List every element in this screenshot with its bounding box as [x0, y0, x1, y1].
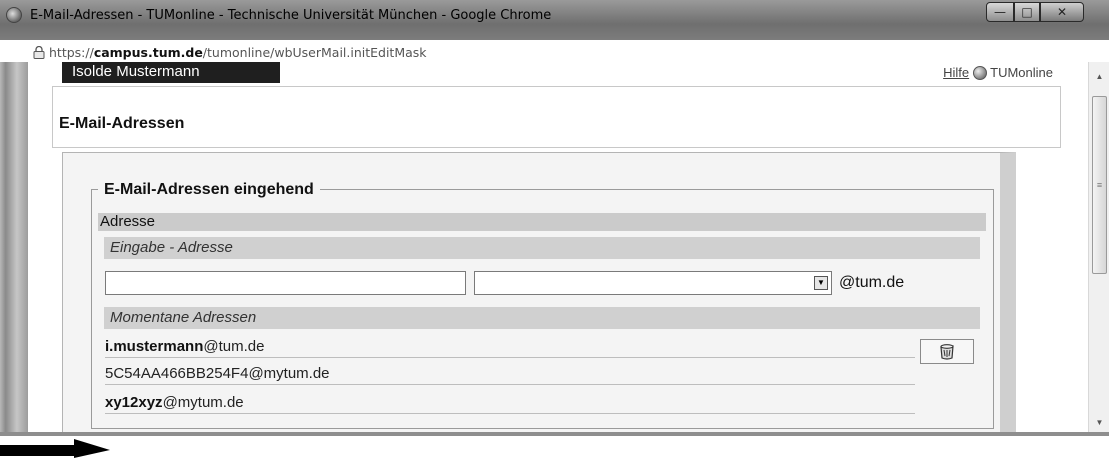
- current-addresses-heading: Momentane Adressen: [104, 307, 980, 329]
- url-path: /tumonline/wbUserMail.initEditMask: [202, 45, 427, 60]
- window-frame-bottom: [0, 432, 1109, 436]
- close-button[interactable]: ✕: [1040, 2, 1084, 22]
- delete-address-button[interactable]: [920, 339, 974, 364]
- user-name-tab: Isolde Mustermann: [62, 62, 280, 83]
- address-user: i.mustermann: [105, 338, 204, 355]
- lock-icon: [33, 46, 45, 59]
- url-domain: campus.tum.de: [93, 45, 203, 60]
- minimize-button[interactable]: —: [986, 2, 1014, 22]
- trash-icon: [940, 343, 954, 360]
- chevron-down-icon[interactable]: ▼: [814, 276, 828, 290]
- input-heading: Eingabe - Adresse: [104, 237, 980, 259]
- domain-suffix: @tum.de: [839, 274, 905, 291]
- address-domain: @mytum.de: [162, 394, 244, 411]
- maximize-button[interactable]: □: [1014, 2, 1040, 22]
- brand-label: TUMonline: [990, 65, 1053, 80]
- header-panel: [52, 86, 1061, 148]
- scrollbar-thumb[interactable]: ≡: [1092, 96, 1107, 274]
- url-scheme: https://: [49, 45, 94, 60]
- address-row: 5C54AA466BB254F4@mytum.de: [105, 363, 915, 385]
- page-viewport: Isolde Mustermann Hilfe TUMonline E-Mail…: [28, 62, 1088, 434]
- page-title: E-Mail-Adressen: [59, 115, 185, 132]
- grip-icon: ≡: [1096, 179, 1103, 190]
- window-title: E-Mail-Adressen - TUMonline - Technische…: [30, 8, 552, 23]
- window-titlebar: E-Mail-Adressen - TUMonline - Technische…: [0, 0, 1109, 40]
- tum-logo-icon: [973, 65, 988, 80]
- browser-page-icon: [6, 7, 22, 23]
- window-controls: — □ ✕: [986, 2, 1084, 22]
- address-user: xy12xyz: [105, 394, 163, 411]
- domain-select[interactable]: ▼: [474, 271, 832, 295]
- address-input[interactable]: [105, 271, 466, 295]
- scroll-up-icon[interactable]: ▲: [1089, 66, 1109, 86]
- arrow-icon: [0, 439, 110, 458]
- help-area: Hilfe TUMonline: [943, 65, 1053, 80]
- address-row: i.mustermann@tum.de: [105, 336, 915, 358]
- address-domain: @tum.de: [203, 338, 265, 355]
- url-text[interactable]: https://campus.tum.de/tumonline/wbUserMa…: [49, 45, 427, 60]
- fieldset-legend: E-Mail-Adressen eingehend: [98, 181, 320, 199]
- window-frame-left: [0, 62, 28, 434]
- section-header-adresse: Adresse: [98, 213, 986, 231]
- address-domain: 5C54AA466BB254F4@mytum.de: [105, 365, 330, 382]
- vertical-scrollbar[interactable]: ▲ ≡ ▼: [1088, 62, 1109, 434]
- help-link[interactable]: Hilfe: [943, 65, 969, 80]
- address-row: xy12xyz@mytum.de: [105, 392, 915, 414]
- scroll-down-icon[interactable]: ▼: [1089, 412, 1109, 432]
